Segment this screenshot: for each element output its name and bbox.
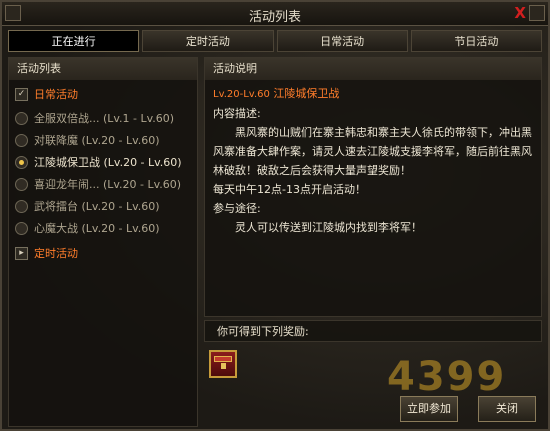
participate-text: 灵人可以传送到江陵城内找到李将军！ <box>235 221 422 234</box>
chest-lock <box>221 363 226 369</box>
activity-item-label: 武将擂台 (Lv.20 - Lv.60) <box>34 200 160 213</box>
checkbox-icon[interactable]: ✓ <box>15 87 28 101</box>
activity-name: 江陵城保卫战 <box>273 87 340 100</box>
title-bar: 活动列表 X <box>2 2 548 26</box>
join-now-button[interactable]: 立即参加 <box>400 396 458 422</box>
activity-item[interactable]: 武将擂台 (Lv.20 - Lv.60) <box>15 196 160 216</box>
activity-window: 活动列表 X 正在进行 定时活动 日常活动 节日活动 活动列表 ✓ 日常活动 全… <box>0 0 550 431</box>
radio-icon[interactable] <box>15 133 28 147</box>
activity-item-label: 全服双倍战... (Lv.1 - Lv.60) <box>34 112 175 125</box>
activity-item-label: 心魔大战 (Lv.20 - Lv.60) <box>34 222 160 235</box>
window-title: 活动列表 <box>248 10 301 25</box>
close-icon[interactable]: X <box>514 4 526 22</box>
content-text: 黑风寨的山贼们在寨主韩忠和寨主夫人徐氏的带领下，冲出黑风寨准备大肆作案，请灵人速… <box>213 126 532 177</box>
activity-list-header: 活动列表 <box>9 58 197 80</box>
activity-item-selected[interactable]: 江陵城保卫战 (Lv.20 - Lv.60) <box>15 152 182 172</box>
activity-list-panel: 活动列表 ✓ 日常活动 全服双倍战... (Lv.1 - Lv.60) 对联降魔… <box>8 57 198 427</box>
tab-ongoing[interactable]: 正在进行 <box>8 30 140 52</box>
chest-lid <box>214 356 232 362</box>
watermark: 4399 <box>387 354 507 400</box>
close-button[interactable]: 关闭 <box>478 396 536 422</box>
treasure-chest-icon[interactable] <box>209 350 237 378</box>
corner-ornament-right <box>529 5 545 21</box>
category-timed-label: 定时活动 <box>34 247 78 260</box>
radio-icon[interactable] <box>15 111 28 125</box>
time-note: 每天中午12点-13点开启活动！ <box>213 183 366 196</box>
description-body: Lv.20-Lv.60 江陵城保卫战 内容描述: 黑风寨的山贼们在寨主韩忠和寨主… <box>205 80 541 241</box>
category-timed[interactable]: ▸ 定时活动 <box>15 243 78 263</box>
level-range: Lv.20-Lv.60 <box>213 89 270 100</box>
content-label: 内容描述: <box>213 107 261 120</box>
category-daily-label: 日常活动 <box>34 88 78 101</box>
radio-icon[interactable] <box>15 177 28 191</box>
expand-icon[interactable]: ▸ <box>15 246 28 260</box>
activity-item-label: 江陵城保卫战 (Lv.20 - Lv.60) <box>34 156 182 169</box>
tab-timed[interactable]: 定时活动 <box>142 30 274 52</box>
activity-item[interactable]: 全服双倍战... (Lv.1 - Lv.60) <box>15 108 174 128</box>
activity-title-line: Lv.20-Lv.60 江陵城保卫战 <box>213 84 533 104</box>
activity-item[interactable]: 对联降魔 (Lv.20 - Lv.60) <box>15 130 160 150</box>
participate-label: 参与途径: <box>213 202 261 215</box>
activity-item-label: 对联降魔 (Lv.20 - Lv.60) <box>34 134 160 147</box>
activity-item[interactable]: 喜迎龙年闹... (Lv.20 - Lv.60) <box>15 174 181 194</box>
radio-icon[interactable] <box>15 199 28 213</box>
activity-item[interactable]: 心魔大战 (Lv.20 - Lv.60) <box>15 218 160 238</box>
radio-icon[interactable] <box>15 221 28 235</box>
tab-bar: 正在进行 定时活动 日常活动 节日活动 <box>8 30 542 52</box>
activity-description-panel: 活动说明 Lv.20-Lv.60 江陵城保卫战 内容描述: 黑风寨的山贼们在寨主… <box>204 57 542 317</box>
tab-festival[interactable]: 节日活动 <box>410 30 542 52</box>
category-daily[interactable]: ✓ 日常活动 <box>15 84 78 104</box>
activity-item-label: 喜迎龙年闹... (Lv.20 - Lv.60) <box>34 178 182 191</box>
radio-selected-icon[interactable] <box>15 155 28 169</box>
activity-description-header: 活动说明 <box>205 58 541 80</box>
reward-header: 你可得到下列奖励: <box>204 320 542 342</box>
tab-daily[interactable]: 日常活动 <box>276 30 408 52</box>
